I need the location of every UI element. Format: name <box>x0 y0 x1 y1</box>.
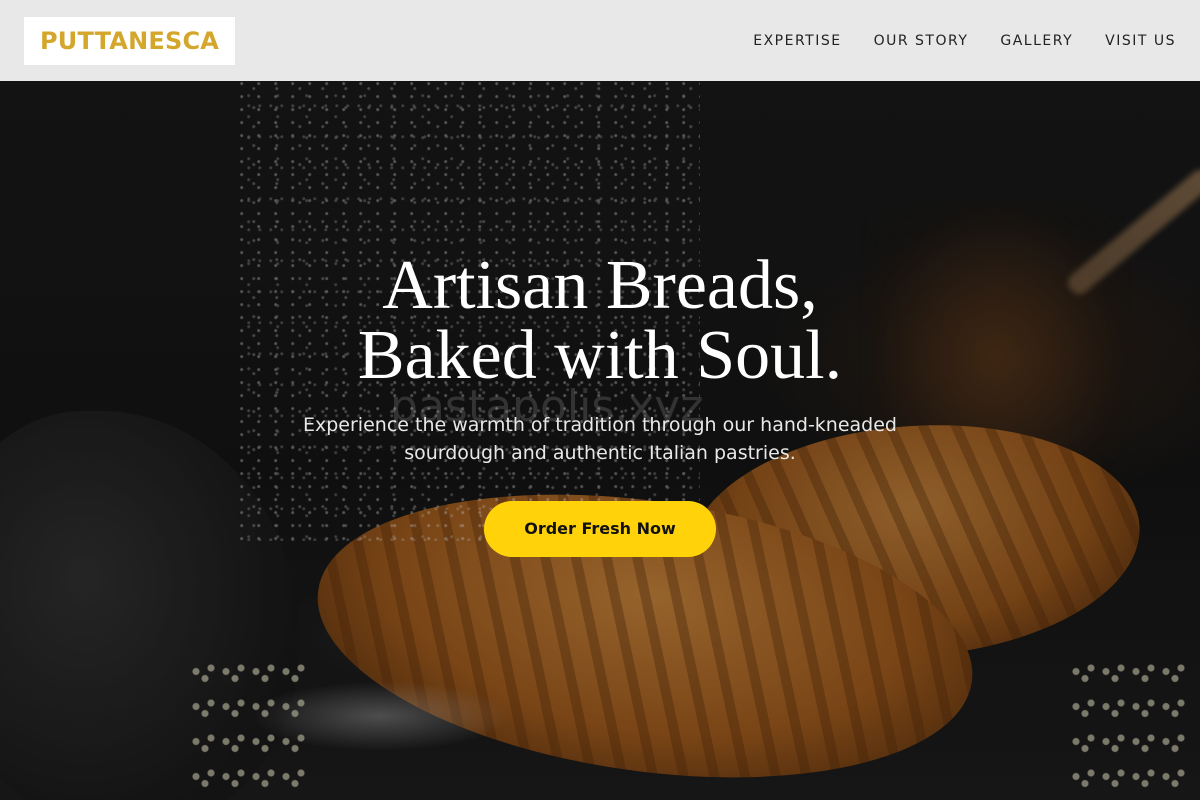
nav-link-our-story[interactable]: OUR STORY <box>874 33 969 49</box>
nav-link-visit-us[interactable]: VISIT US <box>1105 33 1176 49</box>
nav-link-expertise[interactable]: EXPERTISE <box>753 33 841 49</box>
hero-section: pastapolis.xyz Artisan Breads, Baked wit… <box>0 81 1200 800</box>
top-navbar: PUTTANESCA EXPERTISE OUR STORY GALLERY V… <box>0 0 1200 81</box>
hero-title-line-2: Baked with Soul. <box>357 317 843 394</box>
hero-subtitle-line-2: sourdough and authentic Italian pastries… <box>404 442 796 464</box>
nav-link-gallery[interactable]: GALLERY <box>1000 33 1073 49</box>
brand-logo[interactable]: PUTTANESCA <box>24 16 236 65</box>
hero-subtitle: Experience the warmth of tradition throu… <box>0 411 1200 467</box>
hero-title: Artisan Breads, Baked with Soul. <box>0 251 1200 391</box>
hero-content: Artisan Breads, Baked with Soul. Experie… <box>0 251 1200 557</box>
hero-title-line-1: Artisan Breads, <box>382 247 818 324</box>
hero-subtitle-line-1: Experience the warmth of tradition throu… <box>303 414 897 436</box>
order-fresh-now-button[interactable]: Order Fresh Now <box>484 501 716 557</box>
main-nav: EXPERTISE OUR STORY GALLERY VISIT US <box>721 33 1176 49</box>
